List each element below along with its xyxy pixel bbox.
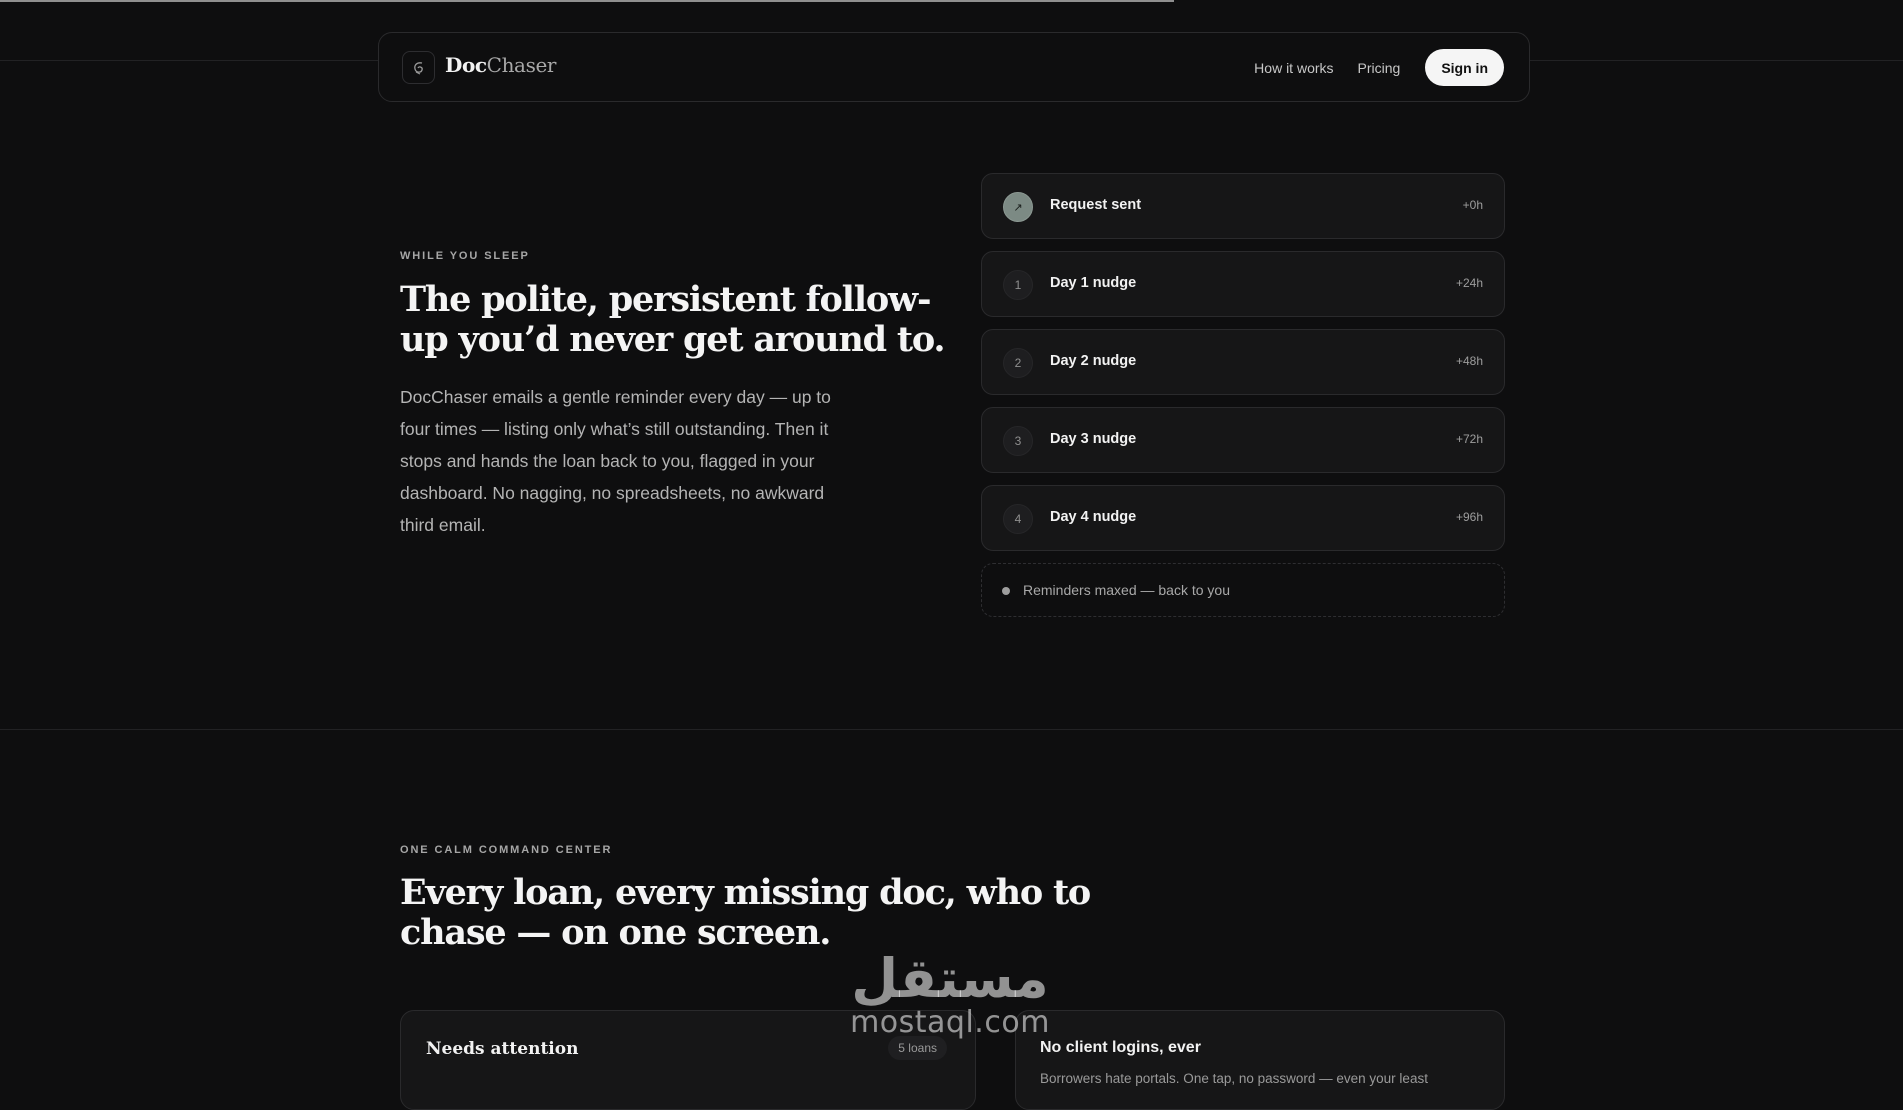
no-client-logins-card: No client logins, ever Borrowers hate po… xyxy=(1015,1010,1505,1110)
timeline-step-time: +72h xyxy=(1455,432,1483,446)
nav-link-pricing[interactable]: Pricing xyxy=(1358,60,1401,76)
timeline-step-day-2: 2 Day 2 nudge +48h xyxy=(981,329,1505,395)
timeline-step-day-1: 1 Day 1 nudge +24h xyxy=(981,251,1505,317)
step-number: 3 xyxy=(1003,426,1033,456)
brand-logo[interactable]: DocChaser xyxy=(445,53,556,77)
timeline-step-label: Day 4 nudge xyxy=(1050,509,1137,525)
sign-in-button[interactable]: Sign in xyxy=(1425,49,1504,86)
top-navigation: DocChaser How it works Pricing Sign in xyxy=(378,32,1530,102)
timeline-step-label: Day 3 nudge xyxy=(1050,431,1137,447)
timeline-step-request-sent: ↗ Request sent +0h xyxy=(981,173,1505,239)
card-title: No client logins, ever xyxy=(1040,1039,1201,1056)
hero-title: The polite, persistent follow-up you’d n… xyxy=(400,279,946,360)
timeline-step-time: +48h xyxy=(1455,354,1483,368)
hero-description: DocChaser emails a gentle reminder every… xyxy=(400,387,831,535)
timeline-step-day-4: 4 Day 4 nudge +96h xyxy=(981,485,1505,551)
timeline-step-label: Day 1 nudge xyxy=(1050,275,1137,291)
nav-link-how-it-works[interactable]: How it works xyxy=(1254,60,1333,76)
section-title: Every loan, every missing doc, who to ch… xyxy=(400,872,1091,953)
timeline-step-label: Day 2 nudge xyxy=(1050,353,1137,369)
timeline-step-time: +0h xyxy=(1462,198,1483,212)
docchaser-logo-icon[interactable] xyxy=(402,51,435,84)
brand-name-secondary: Chaser xyxy=(486,53,557,77)
brand-name-primary: Doc xyxy=(445,53,487,77)
step-number: 1 xyxy=(1003,270,1033,300)
timeline-step-day-3: 3 Day 3 nudge +72h xyxy=(981,407,1505,473)
loan-count-badge: 5 loans xyxy=(888,1036,947,1060)
section-eyebrow: ONE CALM COMMAND CENTER xyxy=(400,844,613,856)
timeline-end-label: Reminders maxed — back to you xyxy=(1023,582,1230,598)
status-dot-icon xyxy=(1002,587,1010,595)
arrow-up-right-icon: ↗ xyxy=(1003,192,1033,222)
section-divider xyxy=(0,729,1903,730)
timeline-step-time: +96h xyxy=(1455,510,1483,524)
watermark-arabic: مستقل xyxy=(851,947,1049,1010)
page-load-progress-bar xyxy=(0,0,1174,2)
step-number: 2 xyxy=(1003,348,1033,378)
step-number: 4 xyxy=(1003,504,1033,534)
document-swirl-icon xyxy=(413,61,423,75)
hero-eyebrow: WHILE YOU SLEEP xyxy=(400,250,530,262)
timeline-step-time: +24h xyxy=(1455,276,1483,290)
card-title: Needs attention xyxy=(426,1039,579,1059)
nav-links: How it works Pricing Sign in xyxy=(1254,49,1504,86)
needs-attention-card: Needs attention 5 loans xyxy=(400,1010,976,1110)
timeline-end-state: Reminders maxed — back to you xyxy=(981,563,1505,617)
timeline-step-label: Request sent xyxy=(1050,197,1142,213)
